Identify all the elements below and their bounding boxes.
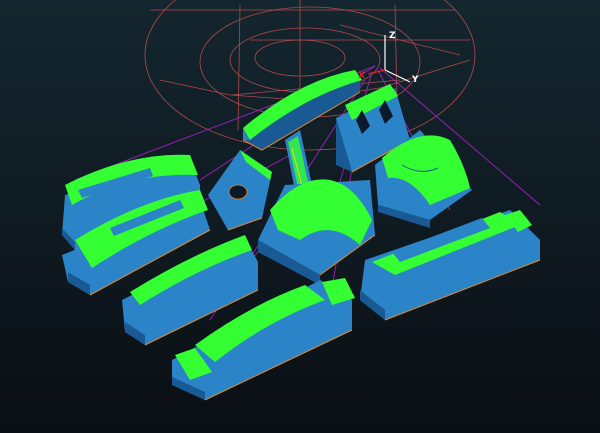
z-axis-label: Z (389, 31, 396, 41)
y-axis-label: Y (411, 75, 419, 85)
cam-3d-viewport[interactable]: Z Y X (0, 0, 600, 433)
x-axis-label: X (358, 71, 365, 81)
scene-canvas[interactable]: Z Y X (0, 0, 600, 433)
